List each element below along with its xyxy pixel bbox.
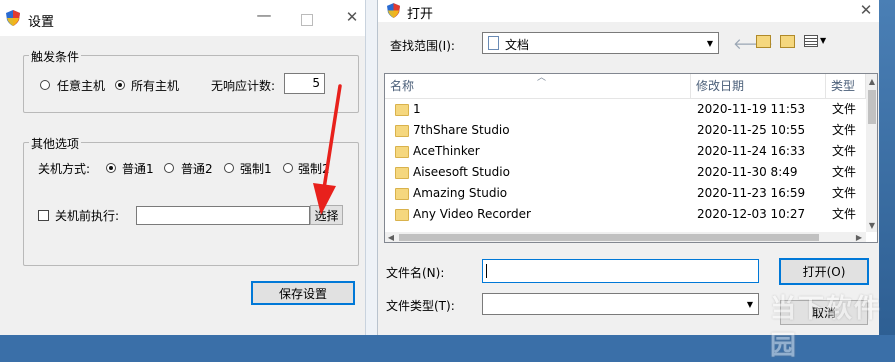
folder-icon: [395, 125, 409, 137]
h-scroll-thumb[interactable]: [399, 234, 819, 241]
chevron-down-icon[interactable]: ▼: [702, 33, 718, 53]
scroll-thumb[interactable]: [868, 90, 876, 124]
list-item[interactable]: 7thShare Studio 2020-11-25 10:55 文件: [385, 120, 867, 141]
open-dialog-titlebar: 打开 ✕: [378, 0, 879, 22]
trigger-group-title: 触发条件: [29, 48, 82, 65]
settings-window: 设置 — ✕ 触发条件 任意主机 所有主机 无响应计数: 5 其他选项 关机方式…: [0, 0, 373, 335]
radio-normal1-label: 普通1: [122, 162, 154, 176]
folder-icon: [395, 104, 409, 116]
cell-name: Any Video Recorder: [413, 207, 531, 221]
cell-type: 文件: [832, 144, 857, 158]
vertical-scrollbar[interactable]: ▲ ▼: [866, 74, 877, 232]
cell-name: Amazing Studio: [413, 186, 508, 200]
folder-icon: [395, 146, 409, 158]
close-icon[interactable]: ✕: [858, 1, 874, 19]
maximize-button[interactable]: [301, 14, 313, 26]
scroll-right-icon[interactable]: ▶: [853, 232, 865, 242]
filename-label: 文件名(N):: [386, 266, 445, 280]
minimize-button[interactable]: —: [254, 6, 274, 24]
filename-input[interactable]: [482, 259, 759, 283]
look-in-dropdown[interactable]: 文档 ▼: [482, 32, 719, 54]
app-shield-icon: [6, 10, 20, 26]
radio-normal1[interactable]: [106, 163, 116, 173]
look-in-value: 文档: [505, 38, 530, 52]
settings-titlebar: 设置 — ✕: [0, 0, 372, 36]
list-item[interactable]: Amazing Studio 2020-11-23 16:59 文件: [385, 183, 867, 204]
radio-normal2[interactable]: [164, 163, 174, 173]
cell-modified: 2020-11-25 10:55: [697, 123, 806, 137]
list-item[interactable]: 1 2020-11-19 11:53 文件: [385, 99, 867, 120]
cell-name: Aiseesoft Studio: [413, 165, 510, 179]
look-in-label: 查找范围(I):: [390, 39, 455, 53]
radio-all-hosts[interactable]: [115, 80, 125, 90]
watermark-text: 当下软件园: [770, 294, 883, 361]
cell-modified: 2020-11-23 16:59: [697, 186, 806, 200]
radio-any-host-label: 任意主机: [57, 79, 106, 93]
settings-title: 设置: [28, 15, 55, 30]
cell-modified: 2020-11-30 8:49: [697, 165, 798, 179]
documents-icon: [488, 36, 499, 50]
cell-modified: 2020-11-24 16:33: [697, 144, 806, 158]
list-item[interactable]: Any Video Recorder 2020-12-03 10:27 文件: [385, 204, 867, 225]
settings-client: 触发条件 任意主机 所有主机 无响应计数: 5 其他选项 关机方式: 普通1 普…: [0, 36, 372, 335]
radio-any-host[interactable]: [40, 80, 50, 90]
view-menu-icon[interactable]: [804, 35, 818, 47]
cell-name: AceThinker: [413, 144, 480, 158]
radio-force1-label: 强制1: [240, 162, 272, 176]
chevron-down-icon[interactable]: ▼: [742, 294, 758, 314]
cell-modified: 2020-12-03 10:27: [697, 207, 806, 221]
scroll-down-icon[interactable]: ▼: [866, 218, 877, 232]
cell-name: 7thShare Studio: [413, 123, 510, 137]
radio-normal2-label: 普通2: [181, 162, 213, 176]
open-button[interactable]: 打开(O): [779, 258, 869, 285]
app-shield-icon: [387, 3, 400, 18]
scroll-left-icon[interactable]: ◀: [385, 232, 397, 242]
open-button-label: 打开(O): [802, 265, 846, 279]
shutdown-mode-label: 关机方式:: [38, 162, 91, 176]
folder-icon: [395, 188, 409, 200]
list-item[interactable]: AceThinker 2020-11-24 16:33 文件: [385, 141, 867, 162]
radio-all-hosts-label: 所有主机: [131, 79, 180, 93]
radio-force1[interactable]: [224, 163, 234, 173]
close-icon[interactable]: ✕: [344, 8, 360, 26]
scroll-up-icon[interactable]: ▲: [866, 74, 877, 88]
file-list[interactable]: 名称 ︿ 修改日期 类型 1 2020-11-19 11:53 文件 7thShare…: [384, 73, 878, 243]
up-folder-icon[interactable]: [756, 35, 771, 48]
file-list-header: 名称 ︿ 修改日期 类型: [385, 73, 877, 99]
horizontal-scrollbar[interactable]: ◀ ▶: [385, 232, 866, 242]
folder-icon: [395, 167, 409, 179]
pre-shutdown-input[interactable]: [136, 206, 310, 225]
cell-type: 文件: [832, 123, 857, 137]
text-cursor: [486, 264, 487, 278]
desktop-background: [878, 0, 895, 335]
file-rows: 1 2020-11-19 11:53 文件 7thShare Studio 2020-1…: [385, 99, 867, 233]
filetype-dropdown[interactable]: ▼: [482, 293, 759, 315]
cell-type: 文件: [832, 207, 857, 221]
filetype-label: 文件类型(T):: [386, 299, 455, 313]
save-settings-button[interactable]: 保存设置: [251, 281, 355, 305]
cell-modified: 2020-11-19 11:53: [697, 102, 806, 116]
cell-name: 1: [413, 102, 421, 116]
list-item[interactable]: Aiseesoft Studio 2020-11-30 8:49 文件: [385, 162, 867, 183]
pre-shutdown-label: 关机前执行:: [55, 209, 120, 223]
no-response-label: 无响应计数:: [211, 79, 276, 93]
new-folder-icon[interactable]: [780, 35, 795, 48]
folder-icon: [395, 209, 409, 221]
cell-type: 文件: [832, 186, 857, 200]
column-type[interactable]: 类型: [826, 74, 866, 98]
cell-type: 文件: [832, 165, 857, 179]
open-dialog-title: 打开: [407, 7, 434, 22]
view-menu-chevron-icon[interactable]: ▼: [820, 36, 826, 45]
save-settings-label: 保存设置: [278, 286, 327, 301]
other-group-title: 其他选项: [29, 135, 82, 152]
column-modified[interactable]: 修改日期: [691, 74, 826, 98]
radio-force2[interactable]: [283, 163, 293, 173]
pre-shutdown-checkbox[interactable]: [38, 210, 49, 221]
sort-asc-icon: ︿: [537, 73, 547, 83]
cell-type: 文件: [832, 102, 857, 116]
open-dialog: 打开 ✕ 查找范围(I): 文档 ▼ 🡐 ▼ 名称 ︿ 修改日期 类型 1 202…: [377, 0, 879, 335]
annotation-arrow: [313, 84, 342, 215]
